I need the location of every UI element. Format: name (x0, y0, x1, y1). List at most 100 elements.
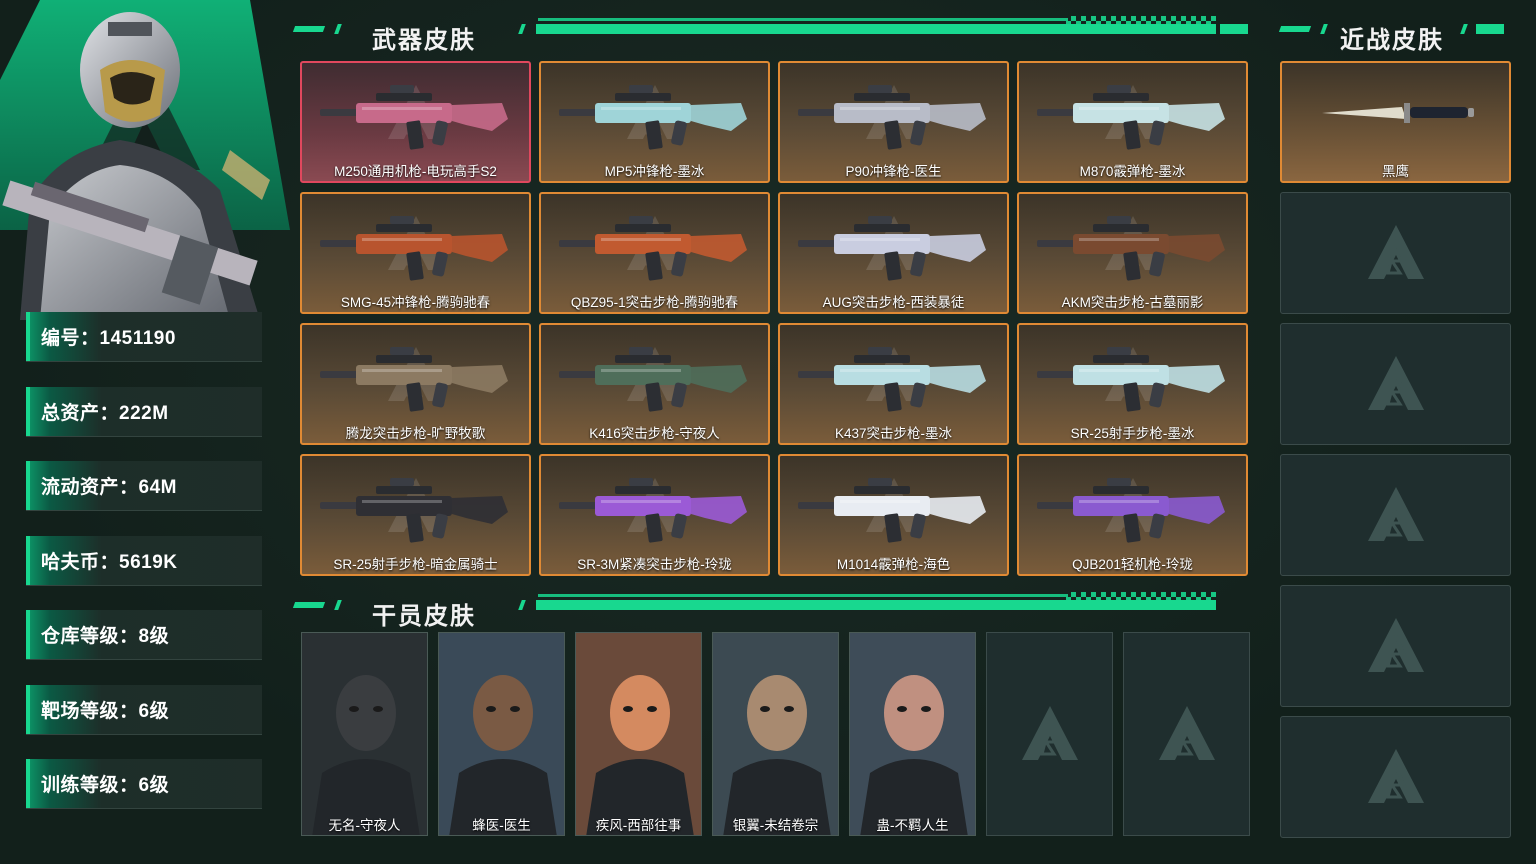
weapon-skin-card[interactable]: QJB201轻机枪-玲珑 (1017, 454, 1248, 576)
empty-slot-logo (1364, 745, 1428, 814)
weapon-skin-card[interactable]: M250通用机枪-电玩高手S2 (300, 61, 531, 183)
weapon-render-icon (798, 216, 986, 281)
section-title: 干员皮肤 (372, 603, 476, 630)
header-tick-icon (334, 24, 342, 34)
header-rule (538, 18, 1068, 21)
weapon-skin-card[interactable]: P90冲锋枪-医生 (778, 61, 1009, 183)
operator-skin-card[interactable]: 蛊-不羁人生 (849, 632, 976, 836)
weapon-skins-header: 武器皮肤 (292, 12, 1248, 54)
stat-player-id: 编号：1451190 (26, 312, 262, 362)
weapon-skin-card[interactable]: SR-25射手步枪-暗金属骑士 (300, 454, 531, 576)
knife-render-icon (1322, 103, 1474, 123)
operator-skin-card[interactable]: 无名-守夜人 (301, 632, 428, 836)
header-accent-icon (292, 602, 326, 608)
weapon-render-icon (1037, 478, 1225, 543)
weapon-skin-card[interactable]: SR-25射手步枪-墨冰 (1017, 323, 1248, 445)
empty-slot-logo (1018, 702, 1082, 771)
weapon-render-icon (559, 478, 747, 543)
header-tick-icon (518, 24, 526, 34)
header-accent-icon (292, 26, 326, 32)
operator-portrait-icon (850, 633, 975, 835)
operator-skin-card[interactable]: 银翼-未结卷宗 (712, 632, 839, 836)
melee-skin-slot-empty[interactable] (1280, 323, 1511, 445)
weapon-skin-label: MP5冲锋枪-墨冰 (604, 164, 705, 179)
melee-skin-slot-empty[interactable] (1280, 192, 1511, 314)
weapon-render-icon (798, 478, 986, 543)
weapon-skin-card[interactable]: K437突击步枪-墨冰 (778, 323, 1009, 445)
game-logo-icon (1367, 618, 1424, 672)
weapon-skin-card[interactable]: AUG突击步枪-西装暴徒 (778, 192, 1009, 314)
operator-hero-portrait (0, 0, 290, 320)
weapon-skin-label: P90冲锋枪-医生 (845, 164, 942, 179)
section-title: 近战皮肤 (1340, 27, 1444, 54)
game-logo-icon (1021, 706, 1078, 760)
weapon-render-icon (1037, 347, 1225, 412)
weapon-skin-label: 腾龙突击步枪-旷野牧歌 (345, 426, 486, 441)
stat-label: 仓库等级：8级 (41, 626, 170, 647)
weapon-skin-label: QBZ95-1突击步枪-腾驹驰春 (570, 295, 739, 310)
header-end-block (1220, 24, 1248, 34)
weapon-skin-card[interactable]: SR-3M紧凑突击步枪-玲珑 (539, 454, 770, 576)
stat-label: 训练等级：6级 (41, 775, 170, 796)
weapon-skin-card[interactable]: K416突击步枪-守夜人 (539, 323, 770, 445)
header-end-block (1476, 24, 1504, 34)
stat-label: 编号：1451190 (41, 328, 176, 349)
header-tick-icon (1460, 24, 1468, 34)
weapon-render-icon (559, 85, 747, 150)
game-logo-icon (1367, 749, 1424, 803)
operator-skin-slot-empty[interactable] (986, 632, 1113, 836)
operator-skin-card[interactable]: 疾风-西部往事 (575, 632, 702, 836)
operator-portrait-icon (439, 633, 564, 835)
weapon-render-icon (798, 347, 986, 412)
header-tick-icon (518, 600, 526, 610)
stat-total-assets: 总资产：222M (26, 386, 262, 437)
stat-label: 总资产：222M (41, 402, 169, 424)
weapon-skin-card[interactable]: MP5冲锋枪-墨冰 (539, 61, 770, 183)
weapon-skin-card[interactable]: M870霰弹枪-墨冰 (1017, 61, 1248, 183)
weapon-skin-card[interactable]: 腾龙突击步枪-旷野牧歌 (300, 323, 531, 445)
melee-skin-label: 黑鹰 (1382, 164, 1409, 179)
operator-skin-label: 疾风-西部往事 (595, 818, 682, 833)
game-logo-icon (1158, 706, 1215, 760)
weapon-render-icon (320, 478, 508, 543)
empty-slot-logo (1364, 352, 1428, 421)
weapon-skin-label: K437突击步枪-墨冰 (834, 426, 953, 441)
weapon-skin-card[interactable]: AKM突击步枪-古墓丽影 (1017, 192, 1248, 314)
operator-portrait-icon (302, 633, 427, 835)
melee-skin-slot-empty[interactable] (1280, 716, 1511, 838)
header-rule (538, 594, 1068, 597)
weapon-skin-label: M1014霰弹枪-海色 (836, 557, 951, 572)
stat-warehouse-level: 仓库等级：8级 (26, 610, 262, 660)
weapon-skin-label: M870霰弹枪-墨冰 (1079, 164, 1186, 179)
empty-slot-logo (1364, 221, 1428, 290)
melee-skin-card[interactable]: 黑鹰 (1280, 61, 1511, 183)
weapon-render-icon (798, 85, 986, 150)
weapon-render-icon (1037, 216, 1225, 281)
player-profile-panel: 编号：1451190 总资产：222M 流动资产：64M 哈夫币：5619K 仓… (0, 0, 290, 864)
weapon-skin-label: QJB201轻机枪-玲珑 (1072, 557, 1193, 572)
player-stats-list: 编号：1451190 总资产：222M 流动资产：64M 哈夫币：5619K 仓… (26, 312, 262, 834)
empty-slot-logo (1364, 614, 1428, 683)
weapon-skin-label: SR-25射手步枪-墨冰 (1070, 426, 1195, 441)
operator-skin-slot-empty[interactable] (1123, 632, 1250, 836)
header-tick-icon (334, 600, 342, 610)
empty-slot-logo (1364, 483, 1428, 552)
melee-skin-slot-empty[interactable] (1280, 454, 1511, 576)
game-logo-icon (1367, 225, 1424, 279)
weapon-skin-card[interactable]: QBZ95-1突击步枪-腾驹驰春 (539, 192, 770, 314)
header-checker-pattern (1066, 592, 1216, 606)
melee-skin-slot-empty[interactable] (1280, 585, 1511, 707)
weapon-skin-card[interactable]: M1014霰弹枪-海色 (778, 454, 1009, 576)
weapon-skin-card[interactable]: SMG-45冲锋枪-腾驹驰春 (300, 192, 531, 314)
weapon-render-icon (320, 347, 508, 412)
weapon-render-icon (559, 347, 747, 412)
stat-label: 靶场等级：6级 (41, 700, 170, 722)
operator-skin-card[interactable]: 蜂医-医生 (438, 632, 565, 836)
header-tick-icon (1320, 24, 1328, 34)
stat-liquid-assets: 流动资产：64M (26, 461, 262, 511)
weapon-render-icon (559, 216, 747, 281)
operator-skin-label: 无名-守夜人 (328, 818, 401, 833)
weapon-skin-label: M250通用机枪-电玩高手S2 (334, 164, 497, 179)
header-checker-pattern (1066, 16, 1216, 30)
section-title: 武器皮肤 (372, 27, 476, 54)
